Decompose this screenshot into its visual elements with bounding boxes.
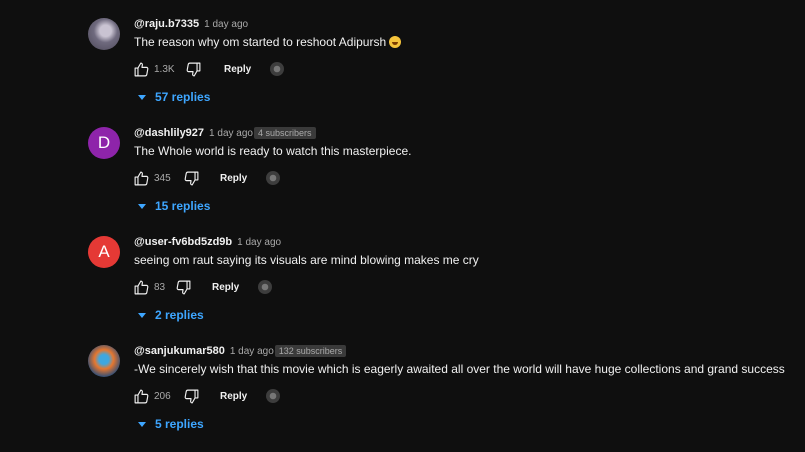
comment-header: @dashlily927 1 day ago 4 subscribers — [134, 125, 316, 141]
creator-heart-button[interactable] — [265, 170, 281, 186]
creator-heart-button[interactable] — [269, 61, 285, 77]
comment-thread: @raju.b7335 1 day ago The reason why om … — [0, 16, 805, 125]
creator-heart-button[interactable] — [257, 279, 273, 295]
like-count: 83 — [154, 281, 166, 293]
comment-actions: 206 Reply — [132, 388, 281, 404]
comment-date[interactable]: 1 day ago — [237, 237, 281, 248]
like-button[interactable] — [132, 387, 150, 405]
comment-text: The Whole world is ready to watch this m… — [134, 144, 412, 158]
avatar[interactable]: A — [88, 236, 120, 268]
replies-count: 5 replies — [155, 417, 204, 431]
avatar-letter: D — [97, 133, 111, 152]
comment-text: -We sincerely wish that this movie which… — [134, 362, 785, 376]
chevron-down-icon — [138, 312, 146, 318]
dislike-button[interactable] — [182, 169, 200, 187]
thumbs-up-icon — [134, 389, 148, 403]
chevron-down-icon — [138, 94, 146, 100]
view-replies-button[interactable]: 5 replies — [138, 416, 204, 432]
thumbs-up-icon — [134, 280, 148, 294]
comment-actions: 345 Reply — [132, 170, 281, 186]
replies-count: 57 replies — [155, 90, 211, 104]
comment-text-body: The reason why om started to reshoot Adi… — [134, 35, 387, 49]
comment-header: @raju.b7335 1 day ago — [134, 16, 248, 32]
comment-actions: 83 Reply — [132, 279, 273, 295]
avatar[interactable] — [88, 18, 120, 50]
reply-button[interactable]: Reply — [220, 391, 247, 402]
reply-button[interactable]: Reply — [220, 173, 247, 184]
like-count: 345 — [154, 172, 171, 184]
comment-thread: A @user-fv6bd5zd9b 1 day ago seeing om r… — [0, 234, 805, 343]
view-replies-button[interactable]: 57 replies — [138, 89, 210, 105]
comment-text: seeing om raut saying its visuals are mi… — [134, 253, 479, 267]
replies-count: 15 replies — [155, 199, 211, 213]
dislike-button[interactable] — [182, 387, 200, 405]
view-replies-button[interactable]: 15 replies — [138, 198, 210, 214]
like-button[interactable] — [132, 169, 150, 187]
dislike-button[interactable] — [184, 60, 202, 78]
subscriber-count-badge: 132 subscribers — [274, 345, 347, 357]
comment-author[interactable]: @raju.b7335 — [134, 18, 199, 30]
comment-thread: @sanjukumar580 1 day ago 132 subscribers… — [0, 343, 805, 452]
comment-thread: D @dashlily927 1 day ago 4 subscribers T… — [0, 125, 805, 234]
grinning-face-with-sweat-emoji-icon — [389, 36, 402, 48]
avatar[interactable] — [88, 345, 120, 377]
avatar-letter: A — [98, 242, 110, 261]
comment-author[interactable]: @sanjukumar580 — [134, 345, 225, 357]
thumbs-up-icon — [134, 62, 148, 76]
creator-heart-icon — [266, 389, 281, 403]
creator-heart-icon — [258, 280, 273, 294]
thumbs-down-icon — [184, 389, 198, 403]
reply-button[interactable]: Reply — [212, 282, 239, 293]
comment-header: @user-fv6bd5zd9b 1 day ago — [134, 234, 281, 250]
like-count: 206 — [154, 390, 171, 402]
dislike-button[interactable] — [174, 278, 192, 296]
creator-heart-icon — [266, 171, 281, 185]
like-button[interactable] — [132, 60, 150, 78]
replies-count: 2 replies — [155, 308, 204, 322]
comment-date[interactable]: 1 day ago — [204, 19, 248, 30]
comment-author[interactable]: @user-fv6bd5zd9b — [134, 236, 232, 248]
view-replies-button[interactable]: 2 replies — [138, 307, 204, 323]
comment-date[interactable]: 1 day ago — [209, 128, 253, 139]
thumbs-down-icon — [176, 280, 190, 294]
comment-author[interactable]: @dashlily927 — [134, 127, 204, 139]
comment-date[interactable]: 1 day ago — [230, 346, 274, 357]
comment-text: The reason why om started to reshoot Adi… — [134, 35, 402, 49]
subscriber-count-badge: 4 subscribers — [253, 127, 316, 139]
creator-heart-button[interactable] — [265, 388, 281, 404]
reply-button[interactable]: Reply — [224, 64, 251, 75]
thumbs-up-icon — [134, 171, 148, 185]
avatar[interactable]: D — [88, 127, 120, 159]
chevron-down-icon — [138, 421, 146, 427]
comment-header: @sanjukumar580 1 day ago 132 subscribers — [134, 343, 347, 359]
creator-heart-icon — [270, 62, 285, 76]
like-button[interactable] — [132, 278, 150, 296]
thumbs-down-icon — [184, 171, 198, 185]
like-count: 1.3K — [154, 63, 175, 75]
comment-actions: 1.3K Reply — [132, 61, 285, 77]
thumbs-down-icon — [186, 62, 200, 76]
chevron-down-icon — [138, 203, 146, 209]
